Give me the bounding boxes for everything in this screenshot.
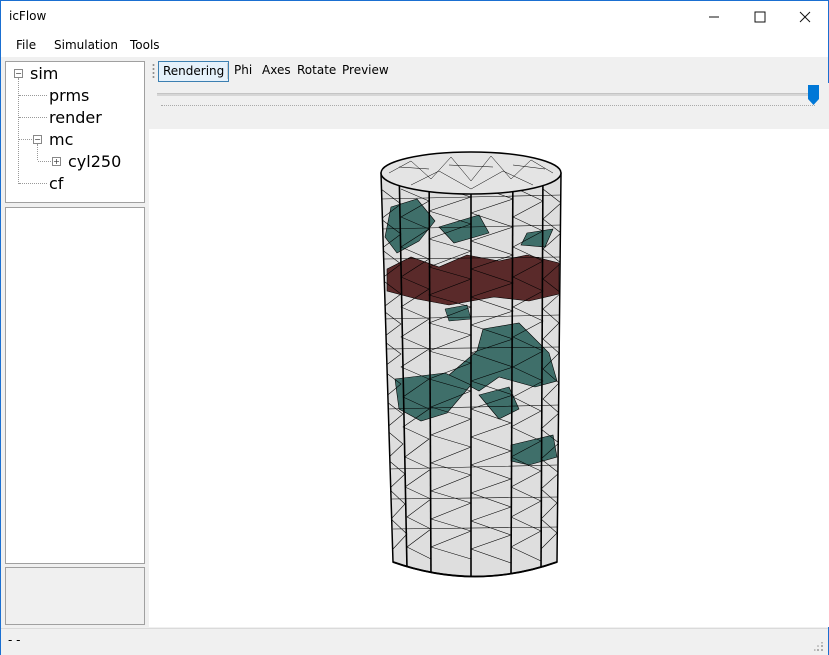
cylinder-mesh-render xyxy=(380,151,562,578)
maximize-button[interactable] xyxy=(737,1,783,33)
tree-node-cf[interactable]: cf xyxy=(49,174,63,193)
toolbar-phi-button[interactable]: Phi xyxy=(234,61,252,80)
property-panel[interactable] xyxy=(5,207,145,564)
time-slider[interactable] xyxy=(149,83,829,129)
tree-node-prms[interactable]: prms xyxy=(49,86,89,105)
minimize-button[interactable] xyxy=(691,1,737,33)
info-panel xyxy=(5,567,145,625)
app-window: icFlow File Simulation Tools − sim prms … xyxy=(0,0,829,655)
tree-node-cyl250[interactable]: cyl250 xyxy=(68,152,121,171)
status-bar: - - xyxy=(1,628,828,655)
minimize-icon xyxy=(709,16,719,18)
close-icon xyxy=(799,11,811,23)
slider-track[interactable] xyxy=(157,93,819,96)
toolbar-rendering-button[interactable]: Rendering xyxy=(158,61,230,82)
tree-line xyxy=(18,78,19,184)
slider-thumb[interactable] xyxy=(808,85,819,105)
maximize-icon xyxy=(754,11,766,23)
toolbar-separator xyxy=(227,63,228,79)
collapse-sim-icon[interactable]: − xyxy=(14,69,23,78)
expand-cyl250-icon[interactable]: + xyxy=(52,157,61,166)
toolbar: Rendering Phi Axes Rotate Preview xyxy=(149,59,829,83)
toolbar-preview-button[interactable]: Preview xyxy=(342,61,389,80)
render-viewport[interactable] xyxy=(149,129,829,627)
tree-node-render[interactable]: render xyxy=(49,108,102,127)
toolbar-grip-icon[interactable] xyxy=(152,63,155,79)
slider-ticks xyxy=(161,105,815,109)
title-bar: icFlow xyxy=(1,1,828,33)
window-title: icFlow xyxy=(9,9,47,23)
tree-node-sim[interactable]: sim xyxy=(30,64,58,83)
tree-line xyxy=(37,144,38,160)
tree-line xyxy=(19,139,32,140)
toolbar-axes-button[interactable]: Axes xyxy=(262,61,291,80)
collapse-mc-icon[interactable]: − xyxy=(33,135,42,144)
menu-file[interactable]: File xyxy=(16,38,36,52)
toolbar-rotate-button[interactable]: Rotate xyxy=(297,61,336,80)
tree-node-mc[interactable]: mc xyxy=(49,130,73,149)
tree-line xyxy=(19,95,47,96)
menu-tools[interactable]: Tools xyxy=(130,38,160,52)
menu-simulation[interactable]: Simulation xyxy=(54,38,118,52)
status-text: - - xyxy=(8,633,21,647)
tree-line xyxy=(38,161,51,162)
tree-line xyxy=(19,183,47,184)
tree-line xyxy=(19,117,47,118)
resize-grip-icon[interactable] xyxy=(814,642,824,652)
menu-bar: File Simulation Tools xyxy=(1,33,828,57)
close-button[interactable] xyxy=(782,1,828,33)
tree-view[interactable]: − sim prms render − mc + cyl250 cf xyxy=(5,61,145,203)
